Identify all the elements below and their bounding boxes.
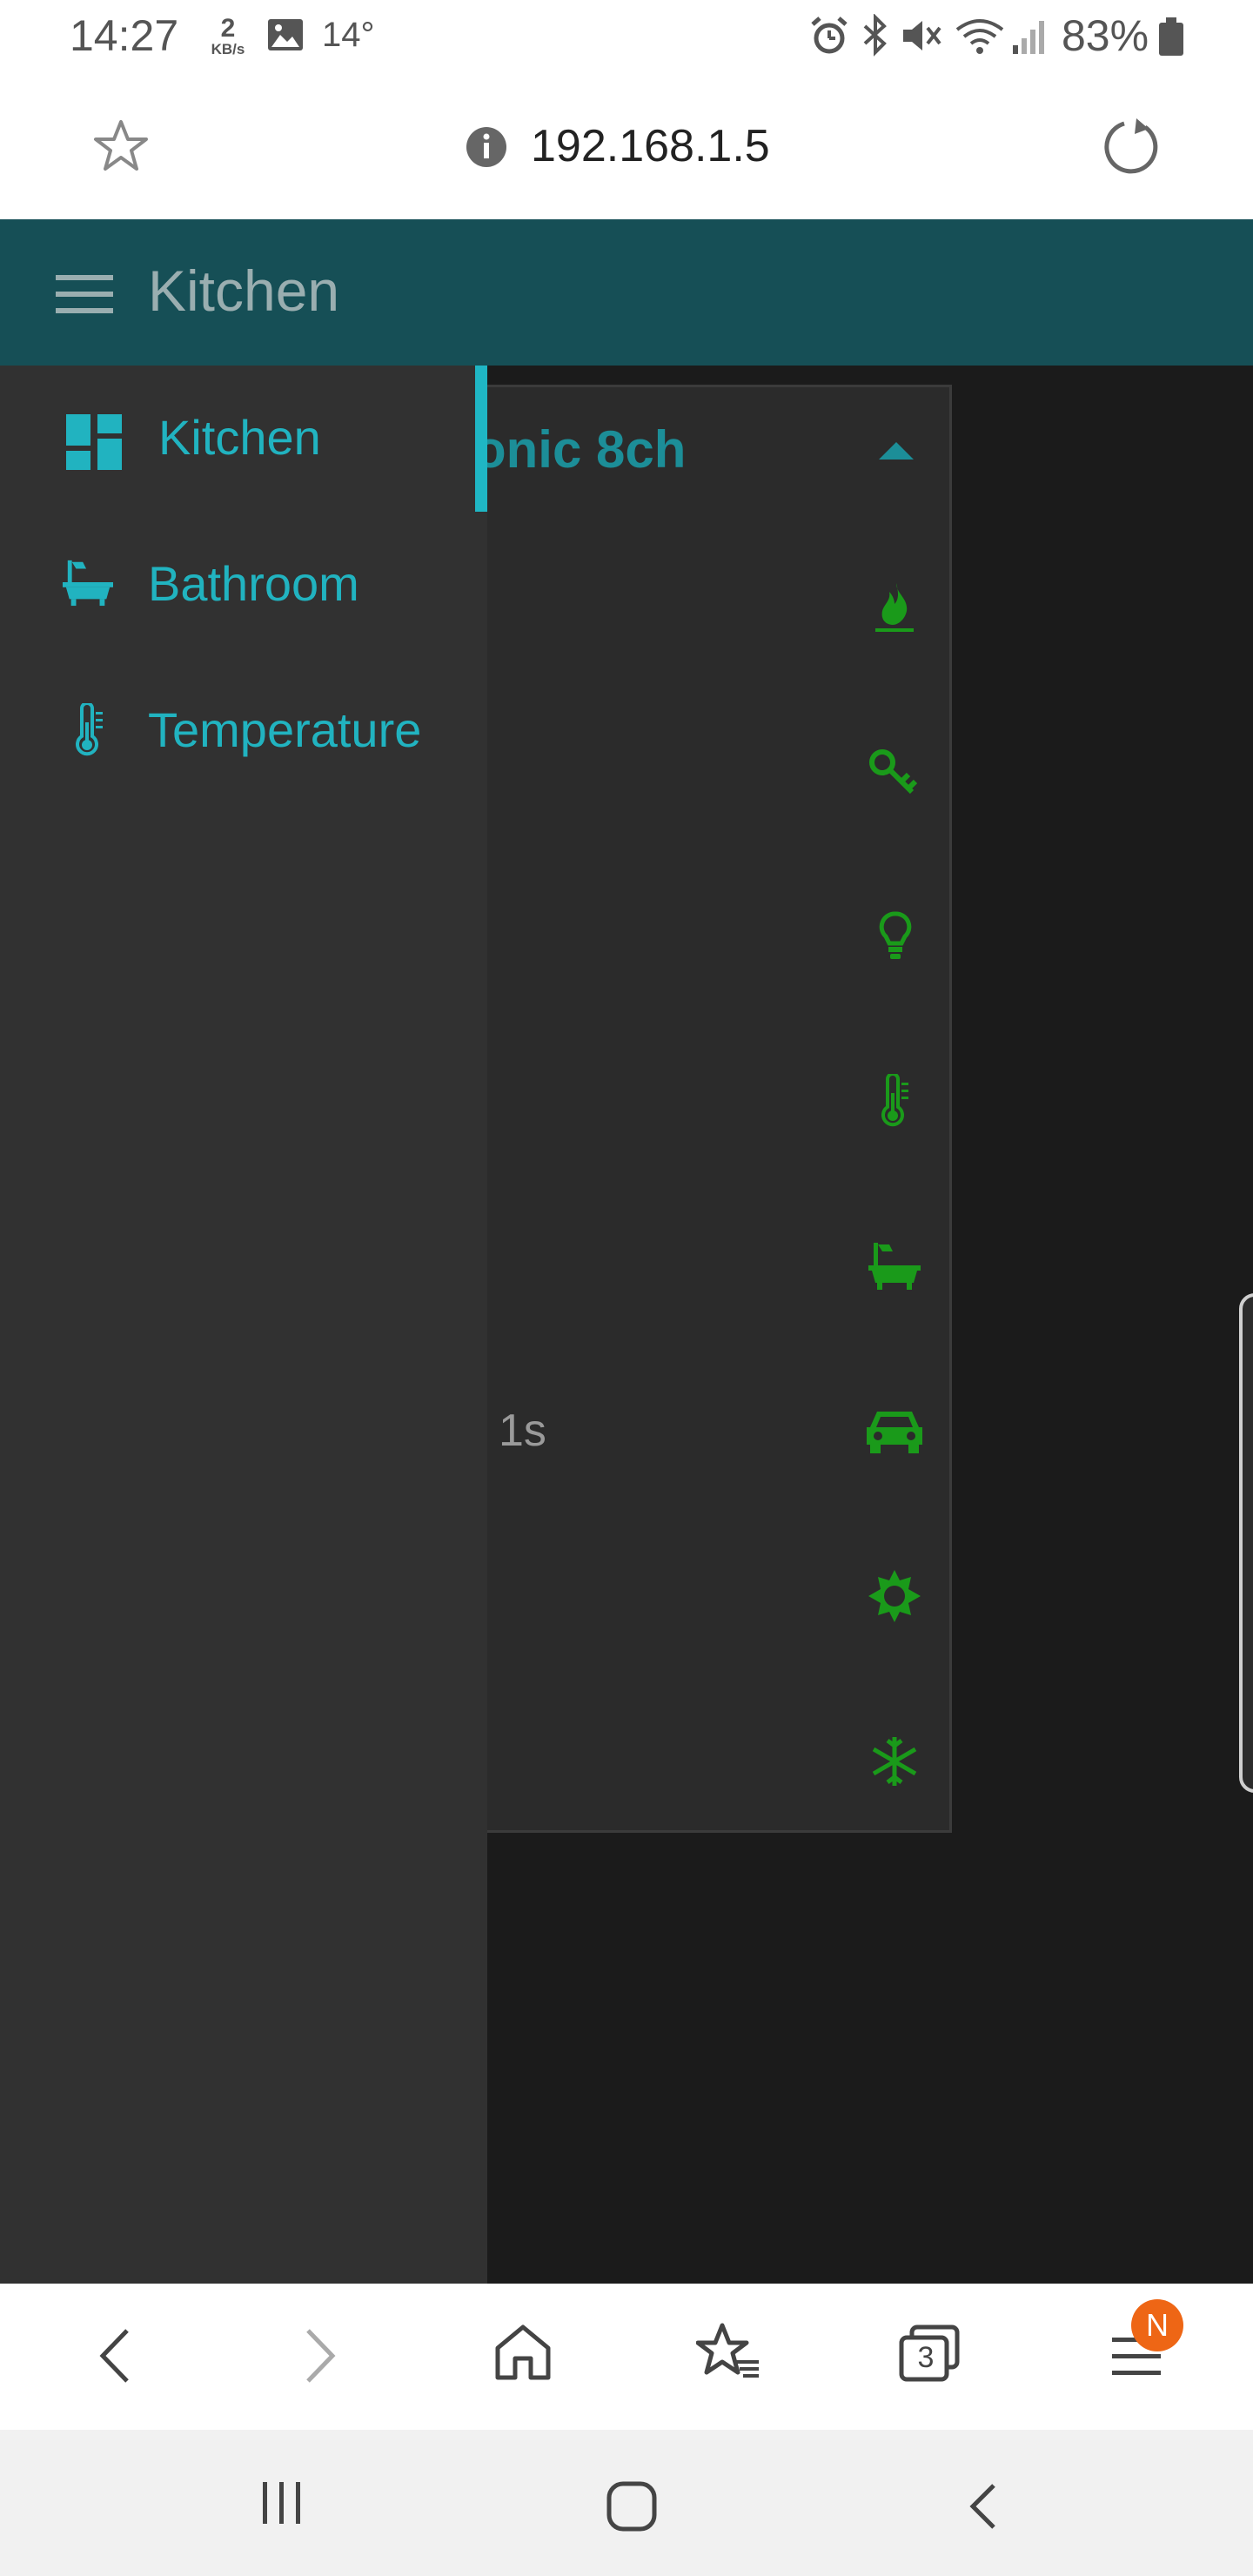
status-time: 14:27 [70, 11, 179, 60]
bookmarks-icon[interactable] [696, 2322, 762, 2383]
dashboard-icon [66, 414, 122, 470]
snowflake-icon[interactable] [867, 1734, 922, 1789]
weather-temperature: 14° [322, 16, 375, 54]
card-title: onic 8ch [474, 420, 687, 479]
drawer-item-temperature[interactable]: Temperature [0, 658, 475, 804]
bluetooth-icon [863, 14, 887, 57]
reload-icon[interactable] [1098, 115, 1163, 179]
info-icon[interactable] [465, 125, 508, 169]
battery-percent: 83% [1062, 11, 1149, 60]
bathtub-icon [63, 560, 113, 607]
thermometer-icon[interactable] [879, 1074, 910, 1128]
drawer-item-label: Kitchen [158, 410, 321, 465]
gallery-icon [268, 19, 303, 50]
home-icon[interactable] [492, 2322, 553, 2383]
thermometer-icon [76, 703, 103, 756]
forward-icon[interactable] [301, 2325, 339, 2386]
scroll-handle[interactable] [1239, 1293, 1253, 1793]
collapse-arrow-icon[interactable] [877, 439, 915, 463]
wifi-icon [955, 19, 1004, 54]
car-icon[interactable] [865, 1406, 924, 1455]
drawer-item-label: Bathroom [148, 556, 359, 611]
home-button-icon[interactable] [606, 2480, 658, 2532]
data-rate-indicator: 2 KB/s [202, 16, 254, 57]
sun-icon[interactable] [867, 1568, 922, 1624]
data-rate-value: 2 [220, 14, 236, 43]
battery-icon [1159, 17, 1183, 56]
bathtub-icon[interactable] [867, 1239, 922, 1291]
drawer-item-bathroom[interactable]: Bathroom [0, 512, 475, 658]
tab-count: 3 [917, 2341, 935, 2374]
notification-badge: N [1131, 2299, 1183, 2351]
card-value: 1s [499, 1405, 546, 1456]
recents-icon[interactable] [258, 2480, 306, 2526]
drawer-item-kitchen[interactable]: Kitchen [0, 366, 475, 512]
data-rate-unit: KB/s [211, 41, 245, 57]
hamburger-icon[interactable] [56, 273, 113, 315]
browser-bottom-nav [0, 2284, 1253, 2430]
drawer-item-label: Temperature [148, 702, 422, 757]
header-title: Kitchen [148, 258, 340, 323]
fire-icon[interactable] [870, 580, 919, 634]
active-item-indicator [475, 366, 487, 512]
alarm-icon [811, 17, 848, 54]
url-text[interactable]: 192.168.1.5 [531, 120, 770, 172]
key-icon[interactable] [867, 747, 919, 799]
back-icon[interactable] [96, 2325, 134, 2386]
system-back-icon[interactable] [966, 2482, 1001, 2531]
star-icon[interactable] [90, 117, 151, 178]
signal-icon [1013, 21, 1044, 54]
mute-icon [903, 21, 941, 50]
bulb-icon[interactable] [877, 910, 914, 963]
